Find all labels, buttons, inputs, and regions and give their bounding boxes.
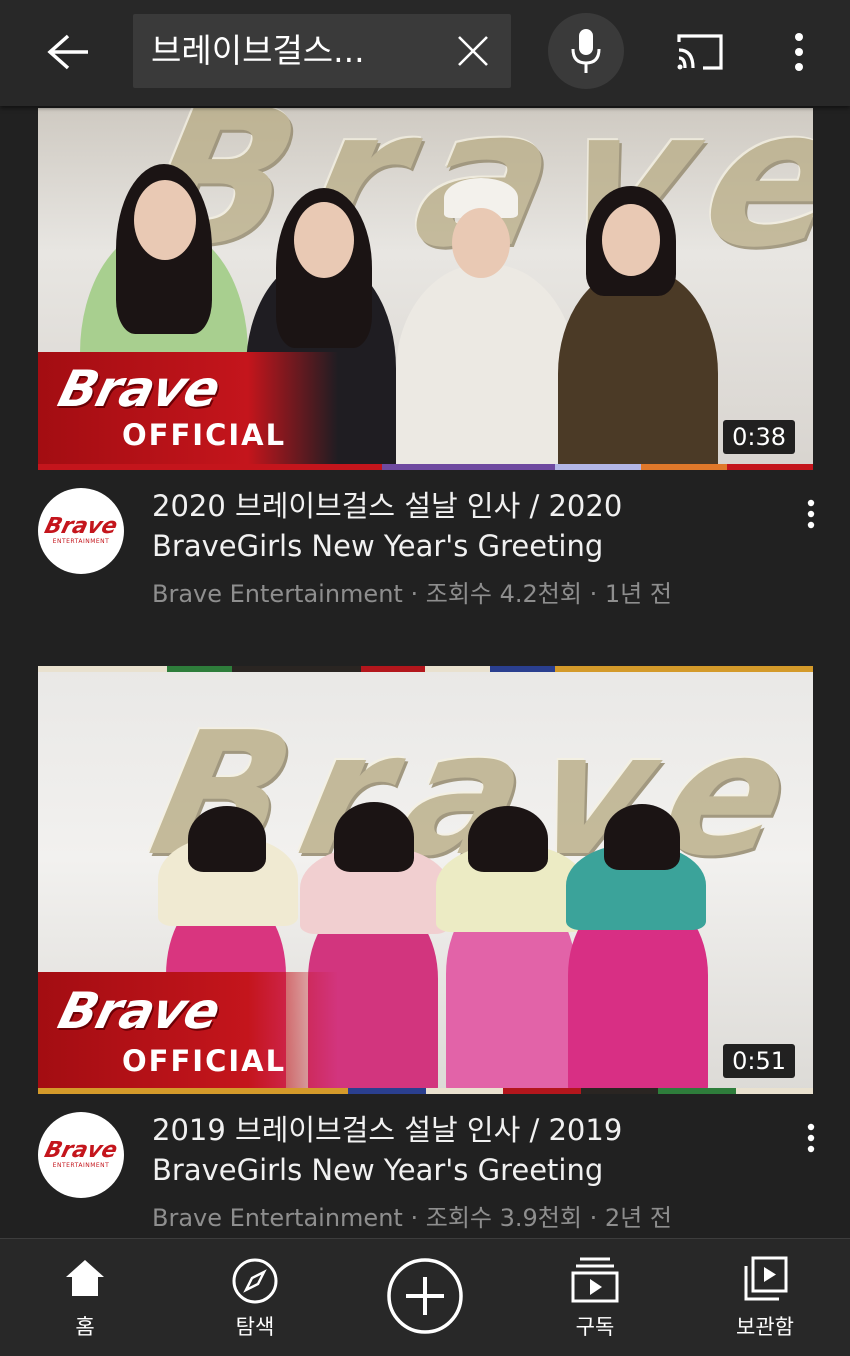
nav-subscriptions[interactable]: 구독 bbox=[510, 1239, 680, 1356]
more-vert-icon bbox=[807, 499, 815, 529]
subscriptions-icon bbox=[571, 1257, 619, 1303]
nav-library-label: 보관함 bbox=[736, 1315, 794, 1339]
person-face bbox=[602, 204, 660, 276]
nav-create[interactable] bbox=[340, 1239, 510, 1356]
voice-search-button[interactable] bbox=[548, 13, 624, 89]
video-title[interactable]: 2020 브레이브걸스 설날 인사 / 2020 BraveGirls New … bbox=[152, 486, 762, 566]
channel-name[interactable]: Brave Entertainment bbox=[152, 1204, 403, 1232]
nav-home[interactable]: 홈 bbox=[0, 1239, 170, 1356]
more-vert-icon bbox=[807, 1123, 815, 1153]
cast-icon bbox=[677, 34, 723, 70]
brand-banner: Brave OFFICIAL bbox=[38, 352, 338, 470]
upload-age: 1년 전 bbox=[604, 580, 672, 608]
nav-explore[interactable]: 탐색 bbox=[170, 1239, 340, 1356]
separator: · bbox=[589, 580, 598, 608]
video-subtitle: Brave Entertainment · 조회수 3.9천회 · 2년 전 bbox=[152, 1198, 672, 1233]
avatar-logo: Brave bbox=[42, 1138, 121, 1163]
person-figure bbox=[558, 268, 718, 470]
arrow-back-icon bbox=[47, 34, 88, 70]
video-duration: 0:38 bbox=[723, 420, 795, 454]
person-hair bbox=[468, 806, 548, 872]
video-thumbnail[interactable]: Brave Brave OFFICIAL 0:38 bbox=[38, 108, 813, 470]
nav-explore-label: 탐색 bbox=[235, 1315, 275, 1339]
add-circle-icon bbox=[387, 1258, 463, 1334]
more-options-button[interactable] bbox=[776, 16, 822, 88]
avatar-logo: Brave bbox=[42, 514, 121, 539]
avatar-sub: ENTERTAINMENT bbox=[52, 1162, 110, 1169]
video-duration: 0:51 bbox=[723, 1044, 795, 1078]
search-results-list[interactable]: Brave Brave OFFICIAL 0:38 Brave ENTERTAI… bbox=[0, 106, 850, 1238]
channel-avatar[interactable]: Brave ENTERTAINMENT bbox=[38, 488, 124, 574]
close-icon bbox=[458, 36, 488, 66]
official-label: OFFICIAL bbox=[122, 418, 287, 452]
channel-avatar[interactable]: Brave ENTERTAINMENT bbox=[38, 1112, 124, 1198]
video-more-button[interactable] bbox=[794, 488, 828, 540]
brave-logo: Brave bbox=[52, 360, 226, 418]
clear-search-button[interactable] bbox=[445, 25, 501, 77]
avatar-sub: ENTERTAINMENT bbox=[52, 538, 110, 545]
upload-age: 2년 전 bbox=[604, 1204, 672, 1232]
brave-logo: Brave bbox=[52, 982, 226, 1040]
search-field[interactable]: 브레이브걸스... bbox=[133, 14, 511, 88]
nav-home-label: 홈 bbox=[75, 1315, 95, 1339]
video-title[interactable]: 2019 브레이브걸스 설날 인사 / 2019 BraveGirls New … bbox=[152, 1110, 762, 1190]
official-label: OFFICIAL bbox=[122, 1044, 287, 1078]
person-face bbox=[134, 180, 196, 260]
search-query[interactable]: 브레이브걸스... bbox=[151, 14, 365, 88]
more-vert-icon bbox=[795, 33, 803, 71]
separator: · bbox=[410, 1204, 419, 1232]
back-button[interactable] bbox=[28, 16, 108, 88]
view-count: 조회수 3.9천회 bbox=[425, 1204, 582, 1232]
color-stripe bbox=[38, 464, 813, 470]
video-subtitle: Brave Entertainment · 조회수 4.2천회 · 1년 전 bbox=[152, 574, 672, 609]
nav-subscriptions-label: 구독 bbox=[575, 1315, 615, 1339]
compass-icon bbox=[232, 1258, 278, 1304]
bottom-navigation: 홈 탐색 구독 보관함 bbox=[0, 1238, 850, 1356]
video-thumbnail[interactable]: Brave Brave OFFICIAL 0:51 bbox=[38, 666, 813, 1094]
color-stripe bbox=[38, 666, 813, 672]
home-icon bbox=[66, 1260, 104, 1296]
cast-button[interactable] bbox=[664, 16, 736, 88]
separator: · bbox=[589, 1204, 598, 1232]
person-hair bbox=[188, 806, 266, 872]
top-app-bar: 브레이브걸스... bbox=[0, 0, 850, 106]
channel-name[interactable]: Brave Entertainment bbox=[152, 580, 403, 608]
brand-banner: Brave OFFICIAL bbox=[38, 972, 338, 1094]
nav-library[interactable]: 보관함 bbox=[680, 1239, 850, 1356]
video-more-button[interactable] bbox=[794, 1112, 828, 1164]
view-count: 조회수 4.2천회 bbox=[425, 580, 582, 608]
person-hair bbox=[334, 802, 414, 872]
person-face bbox=[294, 202, 354, 278]
color-stripe bbox=[38, 1088, 813, 1094]
microphone-icon bbox=[571, 29, 601, 73]
person-hair bbox=[604, 804, 680, 870]
separator: · bbox=[410, 580, 419, 608]
library-icon bbox=[744, 1256, 788, 1301]
person-figure bbox=[396, 264, 576, 470]
person-face bbox=[452, 208, 510, 278]
